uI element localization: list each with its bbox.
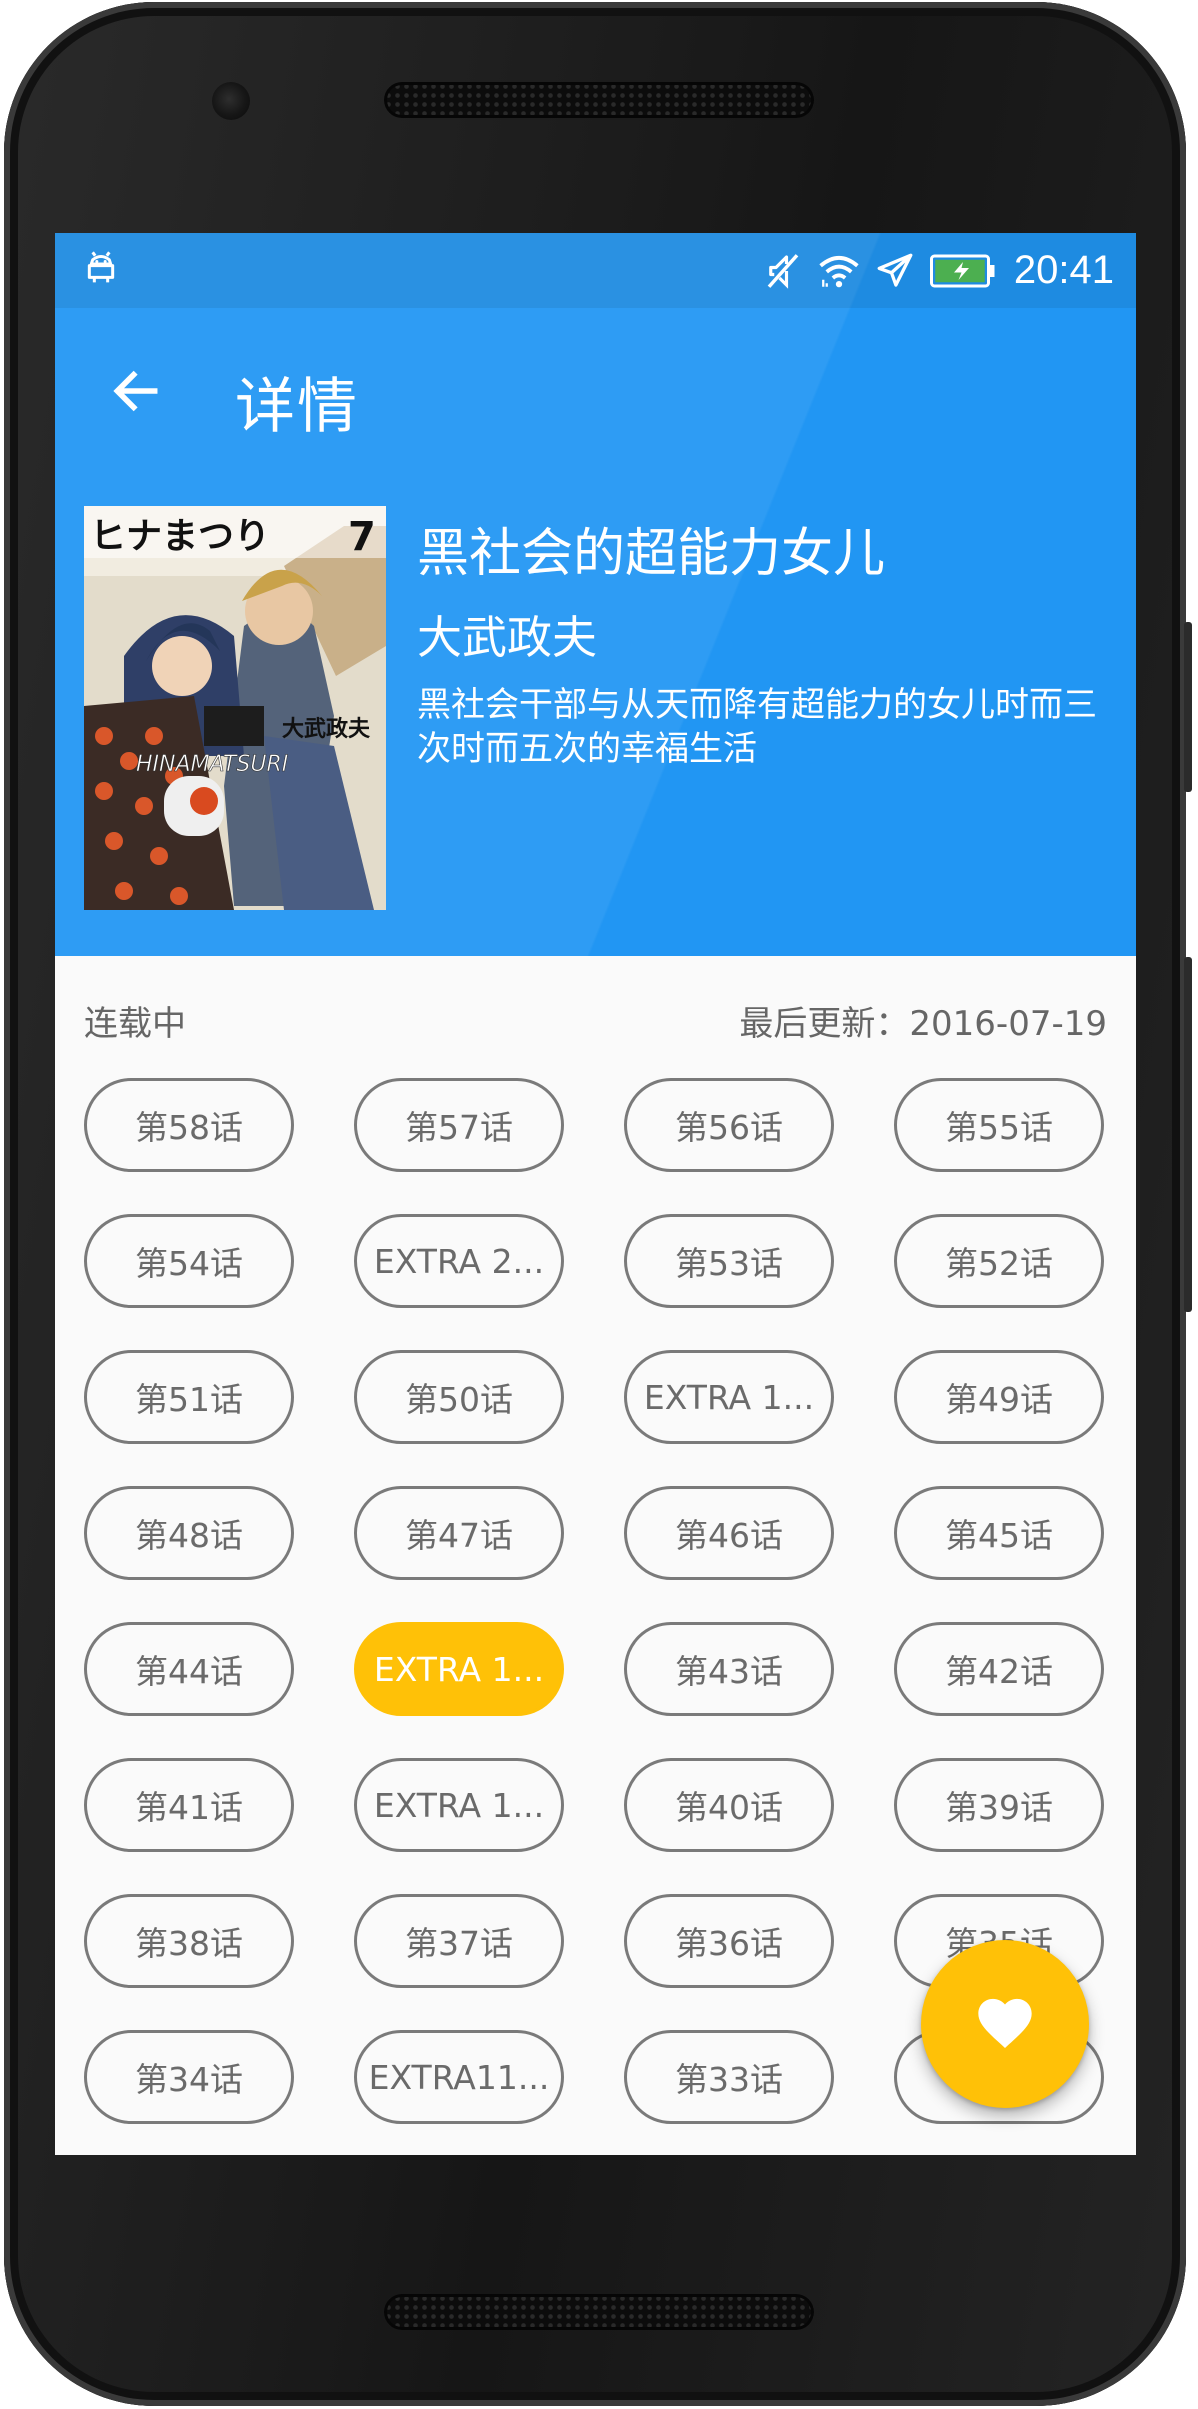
chapter-button[interactable]: 第33话: [624, 2030, 834, 2124]
chapter-button[interactable]: 第43话: [624, 1622, 834, 1716]
cover-top-title: ヒナまつり: [90, 516, 270, 557]
back-button[interactable]: [101, 356, 171, 426]
chapter-button[interactable]: EXTRA 1...: [624, 1350, 834, 1444]
chapter-button[interactable]: 第56话: [624, 1078, 834, 1172]
airplane-mode-icon: [877, 253, 913, 287]
chapter-button[interactable]: 第46话: [624, 1486, 834, 1580]
detail-header: 20:41 详情 ヒナまつり 7 大武政夫 HINAMATSURI 黑社会的超能…: [55, 233, 1136, 956]
chapter-button[interactable]: 第36话: [624, 1894, 834, 1988]
chapter-button[interactable]: 第47话: [354, 1486, 564, 1580]
toolbar: 详情: [55, 308, 1136, 473]
cover-author: 大武政夫: [282, 716, 371, 742]
chapter-button[interactable]: 第48话: [84, 1486, 294, 1580]
status-time: 20:41: [1013, 248, 1114, 292]
chapter-button[interactable]: EXTRA11...: [354, 2030, 564, 2124]
chapter-button[interactable]: 第55话: [894, 1078, 1104, 1172]
wifi-icon: [819, 255, 859, 287]
chapter-button[interactable]: 第39话: [894, 1758, 1104, 1852]
chapter-button[interactable]: 第54话: [84, 1214, 294, 1308]
heart-icon: [978, 1998, 1032, 2048]
chapter-button[interactable]: 第57话: [354, 1078, 564, 1172]
page-title: 详情: [235, 372, 359, 442]
top-speaker: [384, 82, 814, 118]
cover-logo: HINAMATSURI: [136, 752, 288, 777]
chapter-button[interactable]: 第51话: [84, 1350, 294, 1444]
serial-status: 连载中: [84, 1004, 186, 1044]
last-update: 最后更新：2016-07-19: [739, 1004, 1107, 1044]
chapter-button[interactable]: EXTRA 1...: [354, 1622, 564, 1716]
chapter-button[interactable]: 第44话: [84, 1622, 294, 1716]
mute-icon: [767, 253, 799, 289]
status-row: 连载中 最后更新：2016-07-19: [55, 956, 1136, 1078]
chapter-button[interactable]: 第41话: [84, 1758, 294, 1852]
front-camera: [212, 82, 250, 120]
comic-cover-image: ヒナまつり 7 大武政夫 HINAMATSURI: [84, 506, 386, 910]
chapter-button[interactable]: 第40话: [624, 1758, 834, 1852]
comic-author: 大武政夫: [417, 611, 598, 664]
chapter-button[interactable]: 第37话: [354, 1894, 564, 1988]
arrow-left-icon: [113, 370, 158, 412]
comic-description: 黑社会干部与从天而降有超能力的女儿时而三次时而五次的幸福生活: [417, 685, 1097, 769]
battery-charging-icon: [929, 254, 995, 287]
phone-frame: 20:41 详情 ヒナまつり 7 大武政夫 HINAMATSURI 黑社会的超能…: [4, 2, 1192, 2406]
chapter-button[interactable]: EXTRA 2...: [354, 1214, 564, 1308]
chapter-button[interactable]: 第38话: [84, 1894, 294, 1988]
chapter-button[interactable]: EXTRA 1...: [354, 1758, 564, 1852]
android-notification-icon: [87, 251, 115, 283]
chapter-button[interactable]: 第50话: [354, 1350, 564, 1444]
chapter-button[interactable]: 第53话: [624, 1214, 834, 1308]
chapter-button[interactable]: 第49话: [894, 1350, 1104, 1444]
favorite-button[interactable]: [921, 1940, 1089, 2108]
cover-volume: 7: [348, 514, 376, 560]
chapter-button[interactable]: 第45话: [894, 1486, 1104, 1580]
chapter-button[interactable]: 第34话: [84, 2030, 294, 2124]
comic-title: 黑社会的超能力女儿: [417, 524, 886, 584]
bottom-speaker: [384, 2294, 814, 2330]
chapter-button[interactable]: 第42话: [894, 1622, 1104, 1716]
volume-button: [1184, 957, 1192, 1312]
chapter-button[interactable]: 第52话: [894, 1214, 1104, 1308]
app-screen: 20:41 详情 ヒナまつり 7 大武政夫 HINAMATSURI 黑社会的超能…: [55, 233, 1136, 2155]
status-bar: 20:41: [55, 233, 1136, 308]
power-button: [1184, 622, 1192, 792]
chapter-button[interactable]: 第58话: [84, 1078, 294, 1172]
